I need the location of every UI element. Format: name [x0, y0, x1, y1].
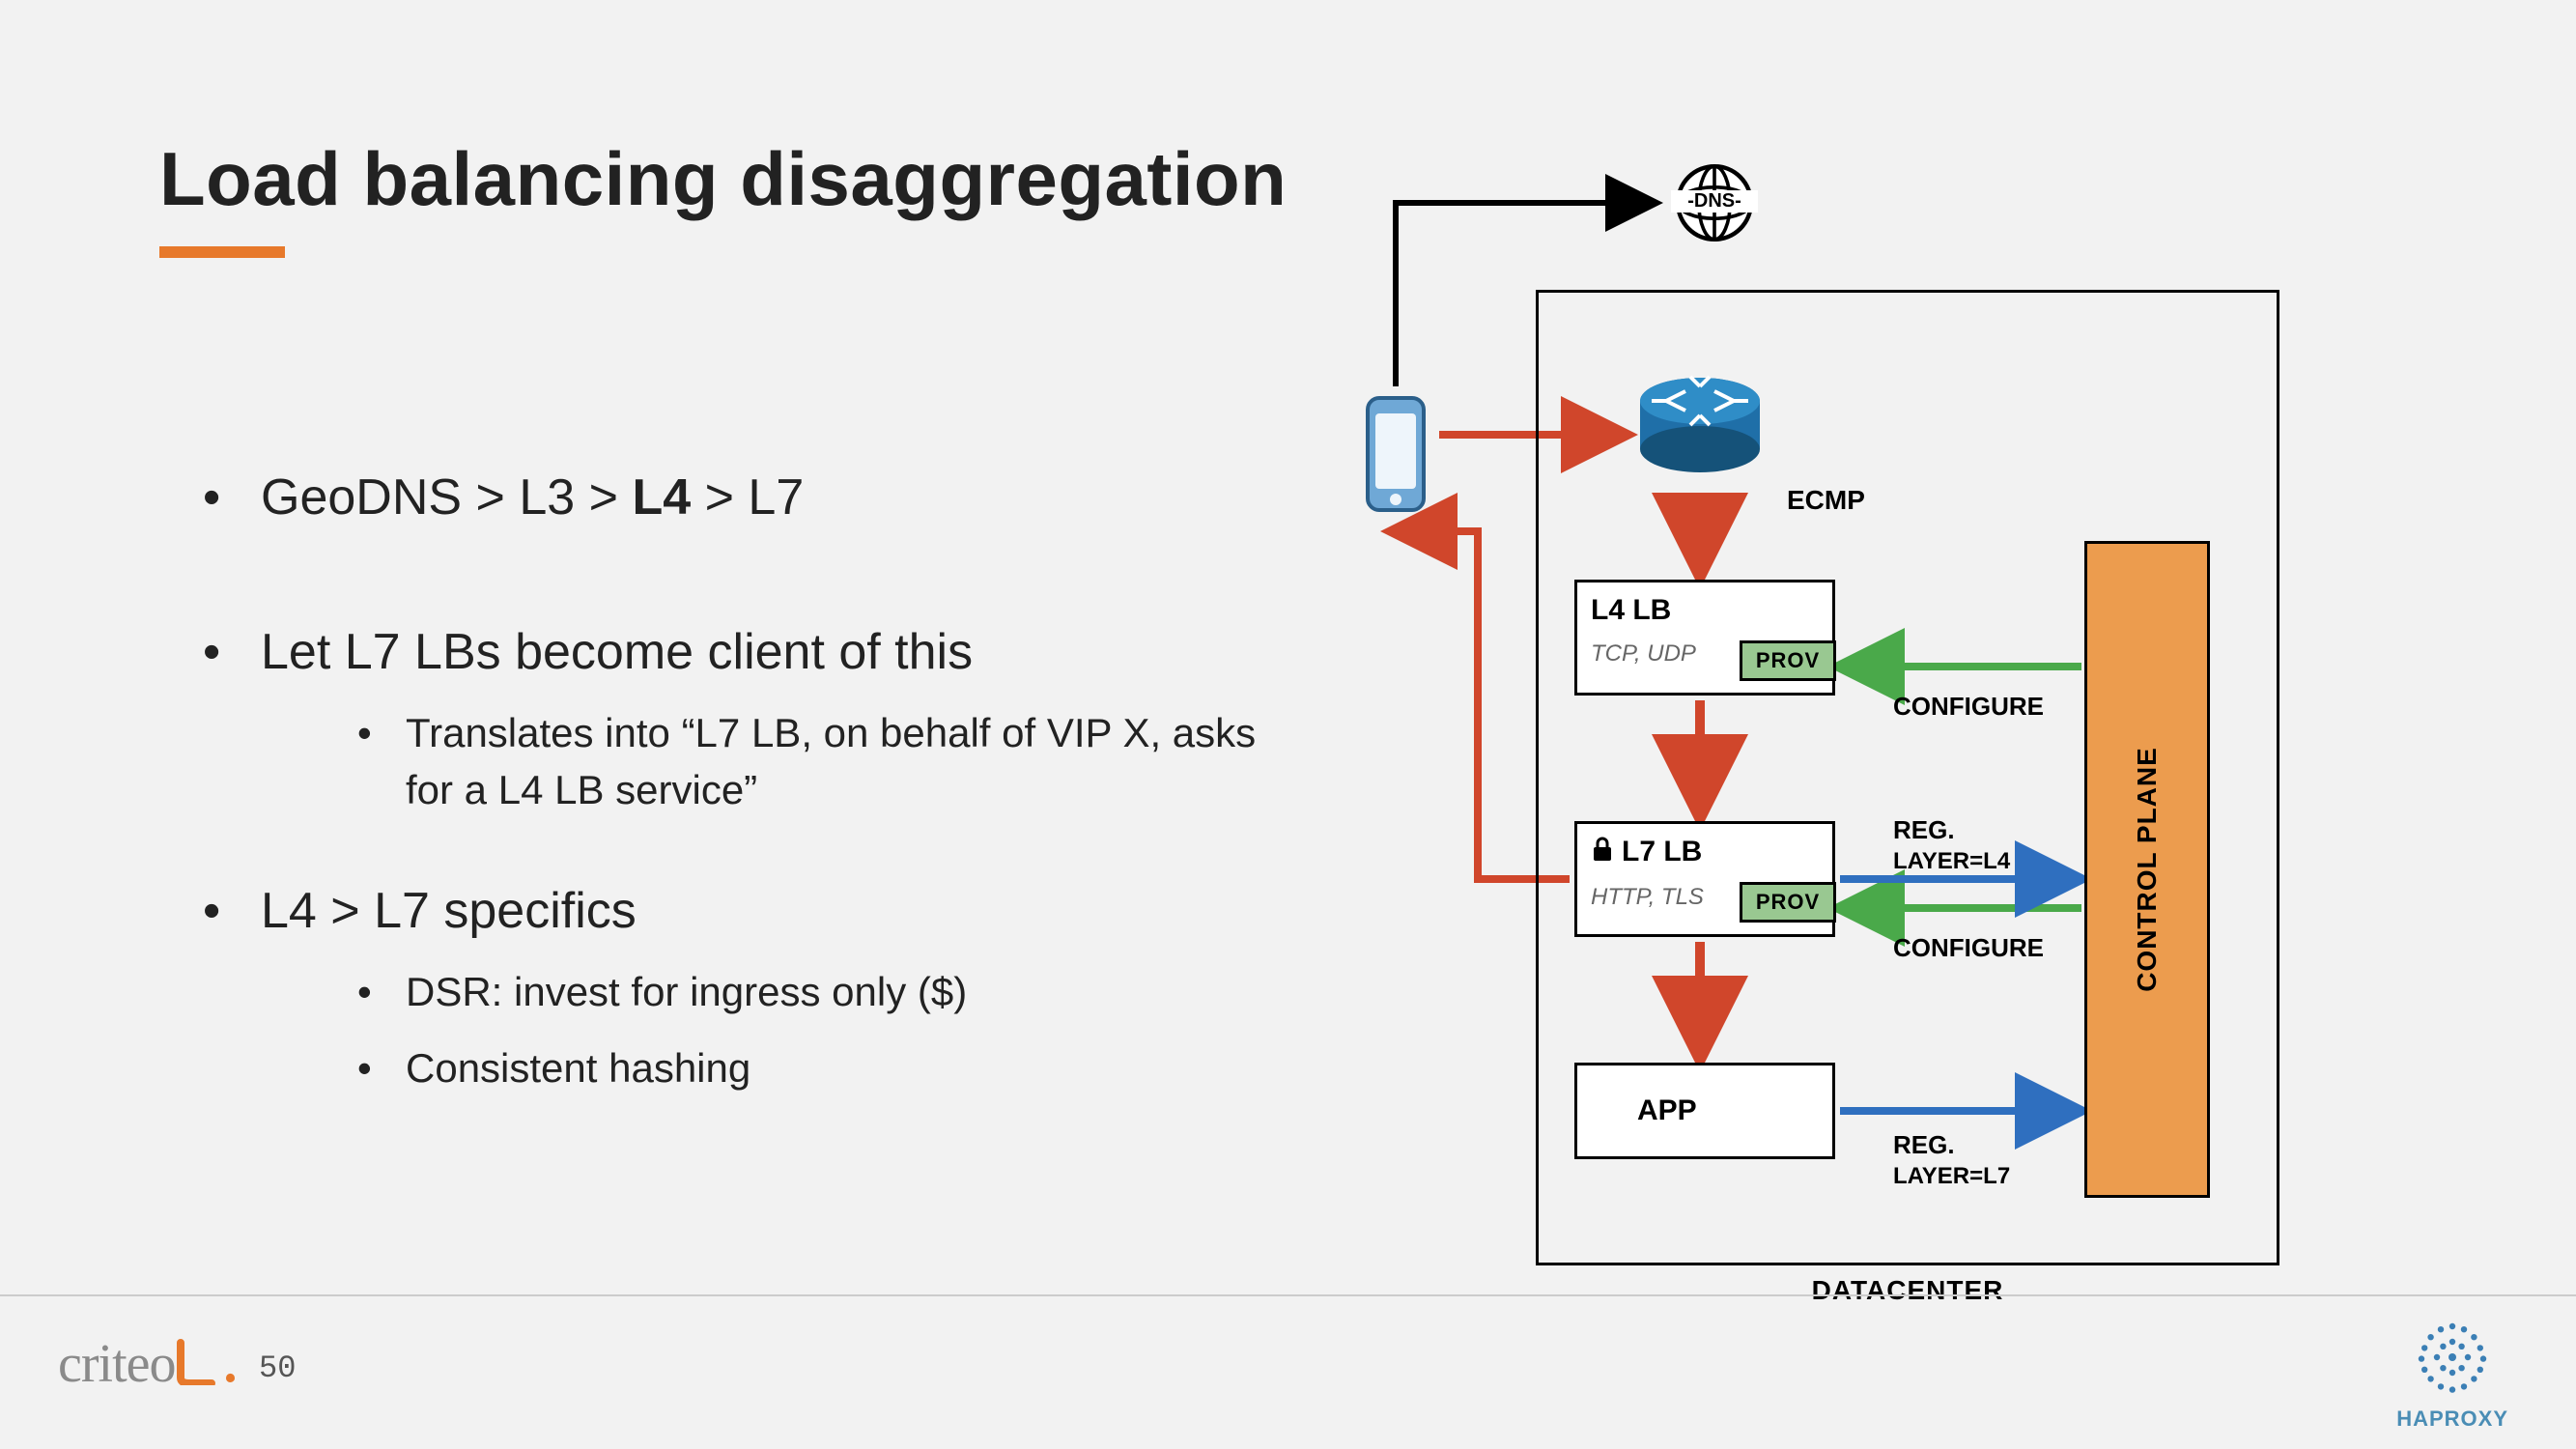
- l7-prov-badge: PROV: [1740, 882, 1836, 923]
- configure-label-2: CONFIGURE: [1893, 933, 2044, 963]
- bullet-1-bold: L4: [632, 469, 691, 526]
- l4-prov-badge: PROV: [1740, 640, 1836, 681]
- accent-bar: [159, 246, 285, 258]
- slide-title: Load balancing disaggregation: [159, 135, 1287, 223]
- bullet-3b: Consistent hashing: [261, 1040, 1265, 1097]
- haproxy-text: HAPROXY: [2396, 1406, 2508, 1432]
- bullet-2: Let L7 LBs become client of this Transla…: [203, 618, 1265, 819]
- l7-lb-box: L7 LB HTTP, TLS PROV: [1574, 821, 1835, 937]
- l4-lb-box: L4 LB TCP, UDP PROV: [1574, 580, 1835, 696]
- l4-title: L4 LB: [1591, 594, 1819, 627]
- diagram: -DNS- DATACENTER: [1333, 126, 2299, 1285]
- app-box: APP: [1574, 1063, 1835, 1159]
- ecmp-label: ECMP: [1787, 485, 1865, 516]
- configure-label-1: CONFIGURE: [1893, 692, 2044, 722]
- page-number: 50: [259, 1350, 296, 1386]
- footer-divider: [0, 1294, 2576, 1296]
- haproxy-logo: HAPROXY: [2396, 1319, 2508, 1432]
- haproxy-dots-icon: [2414, 1319, 2491, 1396]
- dns-label: -DNS-: [1671, 190, 1758, 213]
- bullet-3: L4 > L7 specifics DSR: invest for ingres…: [203, 877, 1265, 1097]
- criteo-logo: criteo.: [58, 1333, 236, 1395]
- phone-icon: [1362, 396, 1430, 512]
- bullet-2-text: Let L7 LBs become client of this: [261, 624, 973, 680]
- criteo-text: criteo.: [58, 1334, 236, 1394]
- lock-icon: [1591, 836, 1614, 870]
- control-plane-label: CONTROL PLANE: [2132, 747, 2163, 992]
- reg-label-l4: REG. LAYER=L4: [1893, 815, 2010, 876]
- slide: Load balancing disaggregation GeoDNS > L…: [0, 0, 2576, 1449]
- bullet-1: GeoDNS > L3 > L4 > L7: [203, 464, 1265, 531]
- bullet-3-text: L4 > L7 specifics: [261, 883, 637, 939]
- dns-icon: -DNS-: [1671, 159, 1758, 246]
- datacenter-label: DATACENTER: [1536, 1275, 2279, 1306]
- reg-label-l7: REG. LAYER=L7: [1893, 1130, 2010, 1191]
- router-icon: [1632, 367, 1768, 483]
- app-title: APP: [1637, 1094, 1819, 1127]
- bullet-3a: DSR: invest for ingress only ($): [261, 964, 1265, 1021]
- bullet-2a: Translates into “L7 LB, on behalf of VIP…: [261, 705, 1265, 819]
- bullet-1-post: > L7: [691, 469, 804, 526]
- l7-title: L7 LB: [1591, 836, 1819, 870]
- bullet-1-pre: GeoDNS > L3 >: [261, 469, 632, 526]
- bullet-list: GeoDNS > L3 > L4 > L7 Let L7 LBs become …: [203, 464, 1265, 1184]
- control-plane-box: CONTROL PLANE: [2084, 541, 2210, 1198]
